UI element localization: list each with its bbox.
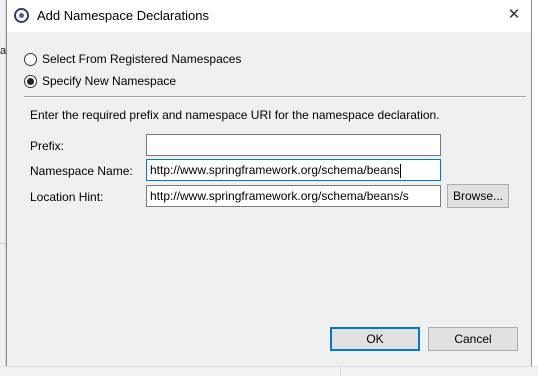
- prefix-input[interactable]: [146, 134, 441, 156]
- radio-button-unchecked[interactable]: [24, 53, 37, 66]
- prefix-label: Prefix:: [30, 139, 65, 153]
- radio-button-checked[interactable]: [24, 75, 37, 88]
- cancel-button[interactable]: Cancel: [428, 327, 518, 351]
- namespace-name-value: http://www.springframework.org/schema/be…: [150, 163, 400, 177]
- instructions-text: Enter the required prefix and namespace …: [30, 108, 440, 122]
- eclipse-app-icon: [14, 8, 29, 23]
- namespace-name-label: Namespace Name:: [30, 164, 133, 178]
- background-status-separator: [340, 366, 341, 376]
- location-hint-input[interactable]: http://www.springframework.org/schema/be…: [146, 185, 441, 207]
- ok-button[interactable]: OK: [330, 327, 420, 351]
- dialog-title: Add Namespace Declarations: [37, 8, 209, 23]
- add-namespace-dialog: Add Namespace Declarations ✕ Select From…: [6, 0, 532, 366]
- section-divider: [24, 96, 526, 98]
- close-icon[interactable]: ✕: [497, 0, 531, 30]
- radio-new-label[interactable]: Specify New Namespace: [42, 74, 176, 88]
- location-hint-label: Location Hint:: [30, 190, 104, 204]
- background-status-bar: [0, 366, 538, 376]
- dialog-titlebar[interactable]: Add Namespace Declarations ✕: [7, 0, 531, 32]
- browse-button[interactable]: Browse...: [447, 184, 509, 208]
- text-caret: [400, 163, 402, 178]
- dialog-content: Select From Registered Namespaces Specif…: [7, 32, 531, 366]
- radio-registered-label[interactable]: Select From Registered Namespaces: [42, 52, 241, 66]
- namespace-name-input[interactable]: http://www.springframework.org/schema/be…: [146, 159, 441, 181]
